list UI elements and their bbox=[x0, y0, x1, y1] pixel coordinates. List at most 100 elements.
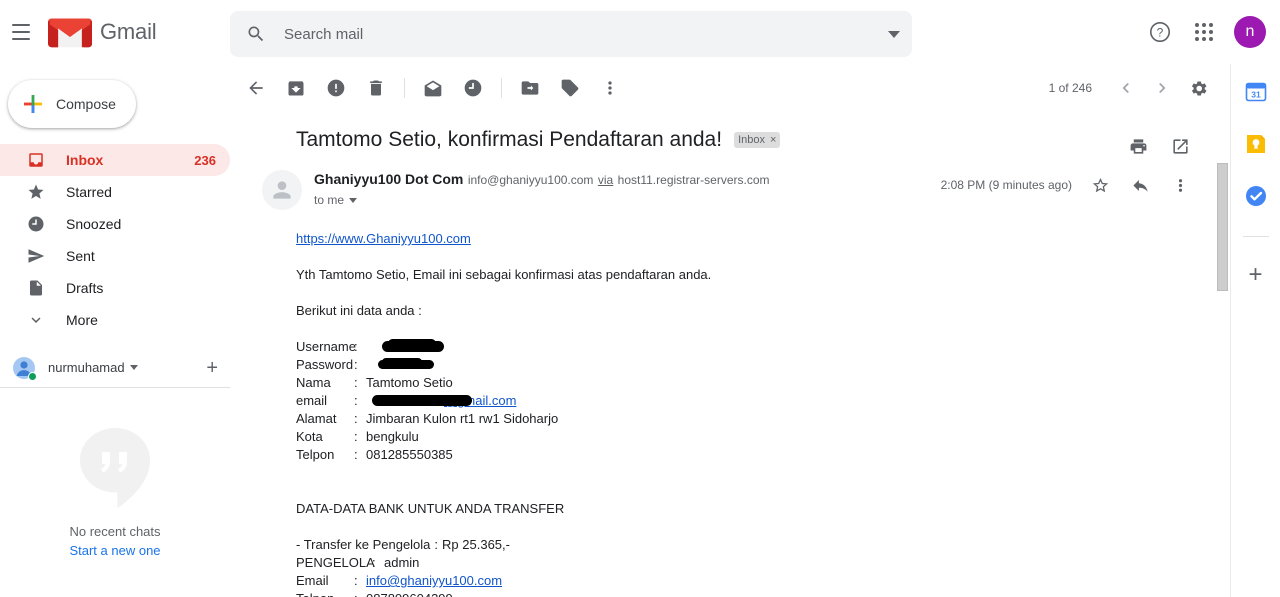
sidebar-item-label: Drafts bbox=[66, 280, 104, 296]
bank-line-value: 087809604399 bbox=[366, 590, 453, 597]
clock-icon bbox=[26, 214, 46, 234]
previous-chevron-icon[interactable] bbox=[1108, 70, 1144, 106]
table-row: Telpon : 081285550385 bbox=[296, 446, 1230, 464]
calendar-day-number: 31 bbox=[1251, 89, 1261, 99]
sidebar-item-label: Starred bbox=[66, 184, 112, 200]
star-icon bbox=[26, 182, 46, 202]
body-intro: Berikut ini data anda : bbox=[296, 303, 422, 318]
search-input[interactable] bbox=[284, 25, 876, 43]
side-apps-rail: 31 + bbox=[1230, 64, 1280, 597]
gmail-brand-text: Gmail bbox=[100, 19, 157, 44]
sender-row: Ghaniyyu100 Dot Com info@ghaniyyu100.com… bbox=[230, 154, 1230, 210]
field-separator: : bbox=[354, 393, 358, 408]
gmail-logo-link[interactable]: Gmail bbox=[48, 15, 198, 49]
delete-trash-icon[interactable] bbox=[358, 70, 394, 106]
field-separator: : bbox=[354, 573, 358, 588]
chevron-down-icon bbox=[26, 310, 46, 330]
get-addons-plus-icon[interactable]: + bbox=[1248, 263, 1262, 287]
bank-line-key: PENGELOLA bbox=[296, 555, 375, 570]
back-arrow-icon[interactable] bbox=[238, 70, 274, 106]
help-icon[interactable]: ? bbox=[1140, 12, 1180, 52]
next-chevron-icon[interactable] bbox=[1144, 70, 1180, 106]
search-icon bbox=[248, 26, 264, 42]
svg-text:?: ? bbox=[1157, 26, 1164, 40]
sender-email: info@ghaniyyu100.com bbox=[467, 173, 594, 187]
message-toolbar: 1 of 246 bbox=[230, 64, 1230, 112]
search-bar[interactable] bbox=[230, 11, 912, 57]
sidebar-item-starred[interactable]: Starred bbox=[0, 176, 230, 208]
star-outline-icon[interactable] bbox=[1082, 167, 1118, 203]
chevron-down-icon[interactable] bbox=[129, 365, 138, 370]
settings-gear-icon[interactable] bbox=[1180, 70, 1216, 106]
subject-row: Tamtomo Setio, konfirmasi Pendaftaran an… bbox=[230, 112, 1230, 154]
website-link[interactable]: https://www.Ghaniyyu100.com bbox=[296, 231, 471, 246]
hangouts-account-row[interactable]: nurmuhamad + bbox=[0, 348, 230, 388]
compose-button[interactable]: Compose bbox=[8, 80, 136, 128]
sidebar-item-label: Sent bbox=[66, 248, 95, 264]
field-separator: : bbox=[354, 590, 366, 597]
bank-email-link[interactable]: info@ghaniyyu100.com bbox=[366, 572, 502, 590]
message-scrollbar[interactable] bbox=[1215, 160, 1230, 597]
sidebar-item-sent[interactable]: Sent bbox=[0, 240, 230, 272]
sidebar-item-inbox[interactable]: Inbox 236 bbox=[0, 144, 230, 176]
table-row: - Transfer ke Pengelola : Rp 25.365,- bbox=[296, 536, 1230, 554]
move-to-folder-icon[interactable] bbox=[512, 70, 548, 106]
field-value: 081285550385 bbox=[366, 447, 453, 462]
recipient-toggle[interactable]: to me bbox=[314, 193, 770, 207]
google-apps-grid-icon[interactable] bbox=[1184, 12, 1224, 52]
sidebar-item-drafts[interactable]: Drafts bbox=[0, 272, 230, 304]
sidebar-item-more[interactable]: More bbox=[0, 304, 230, 336]
sidebar-item-label: More bbox=[66, 312, 98, 328]
hangouts-empty-title: No recent chats bbox=[69, 524, 161, 539]
close-icon[interactable]: × bbox=[770, 134, 776, 146]
field-key: Username bbox=[296, 339, 356, 354]
google-tasks-icon[interactable] bbox=[1244, 184, 1268, 208]
sender-line: Ghaniyyu100 Dot Com info@ghaniyyu100.com… bbox=[314, 171, 770, 189]
sender-via-label: via bbox=[597, 173, 614, 187]
default-person-avatar-icon bbox=[262, 170, 302, 210]
bank-line-key: Telpon bbox=[296, 590, 354, 597]
hamburger-menu-icon[interactable] bbox=[12, 20, 36, 44]
search-options-caret-icon[interactable] bbox=[876, 11, 912, 57]
bank-section-title: DATA-DATA BANK UNTUK ANDA TRANSFER bbox=[296, 501, 565, 516]
header-actions: ? n bbox=[1140, 0, 1272, 64]
hangouts-start-chat-link[interactable]: Start a new one bbox=[69, 543, 160, 558]
scrollbar-thumb[interactable] bbox=[1217, 163, 1228, 291]
field-key: Kota bbox=[296, 429, 323, 444]
sidebar: Compose Inbox 236 Starred Snoozed Sent D… bbox=[0, 64, 230, 597]
message-meta: 2:08 PM (9 minutes ago) bbox=[941, 167, 1202, 203]
field-separator: : bbox=[354, 447, 358, 462]
field-key: email bbox=[296, 393, 328, 408]
page-title: Tamtomo Setio, konfirmasi Pendaftaran an… bbox=[296, 128, 723, 151]
more-vertical-icon[interactable] bbox=[1162, 167, 1198, 203]
reply-arrow-icon[interactable] bbox=[1122, 167, 1158, 203]
label-chip-inbox[interactable]: Inbox × bbox=[734, 132, 781, 148]
field-separator: : bbox=[354, 339, 358, 354]
table-row: Alamat : Jimbaran Kulon rt1 rw1 Sidoharj… bbox=[296, 410, 1230, 428]
toolbar-divider bbox=[501, 78, 502, 98]
label-tag-icon[interactable] bbox=[552, 70, 588, 106]
table-row: PENGELOLA : admin bbox=[296, 554, 1230, 572]
more-vertical-icon[interactable] bbox=[592, 70, 628, 106]
report-spam-icon[interactable] bbox=[318, 70, 354, 106]
hangouts-avatar-icon bbox=[12, 356, 37, 381]
bank-line-value: admin bbox=[384, 555, 420, 570]
snooze-clock-icon[interactable] bbox=[455, 70, 491, 106]
message-body: https://www.Ghaniyyu100.com Yth Tamtomo … bbox=[230, 210, 1230, 597]
archive-icon[interactable] bbox=[278, 70, 314, 106]
hangouts-bubble-icon bbox=[80, 428, 150, 508]
field-separator: : bbox=[434, 537, 439, 552]
avatar[interactable]: n bbox=[1234, 16, 1266, 48]
field-key: Nama bbox=[296, 375, 331, 390]
table-row: Telpon : 087809604399 bbox=[296, 590, 1230, 597]
sidebar-item-snoozed[interactable]: Snoozed bbox=[0, 208, 230, 240]
table-row: Username : bbox=[296, 338, 1230, 356]
avatar-initial: n bbox=[1245, 23, 1255, 40]
google-keep-icon[interactable] bbox=[1244, 132, 1268, 156]
inbox-icon bbox=[26, 150, 46, 170]
mark-as-unread-icon[interactable] bbox=[415, 70, 451, 106]
field-separator: : bbox=[354, 411, 358, 426]
message-timestamp: 2:08 PM (9 minutes ago) bbox=[940, 178, 1072, 192]
google-calendar-icon[interactable]: 31 bbox=[1244, 80, 1268, 104]
add-contact-icon[interactable]: + bbox=[206, 358, 218, 378]
